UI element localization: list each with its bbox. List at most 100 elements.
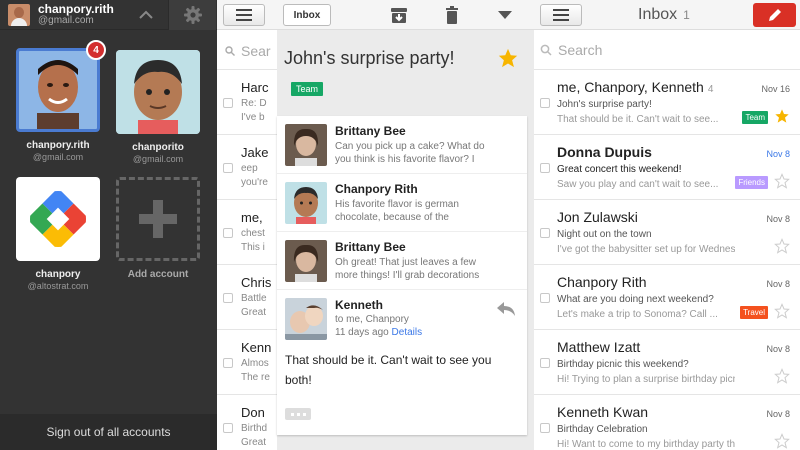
preview: Great bbox=[241, 307, 267, 318]
unread-count-badge: 4 bbox=[86, 40, 106, 60]
back-to-inbox-button[interactable]: Inbox bbox=[283, 4, 331, 26]
inbox-unread-count: 1 bbox=[683, 8, 690, 22]
label-chip[interactable]: Friends bbox=[735, 176, 768, 189]
settings-button[interactable] bbox=[168, 0, 216, 30]
subject: eep bbox=[241, 163, 258, 174]
subject: Re: D bbox=[241, 98, 267, 109]
sender: Jake bbox=[241, 145, 269, 160]
message-sender: Brittany Bee bbox=[335, 124, 406, 138]
message-date: Nov 8 bbox=[766, 279, 790, 289]
account-tile-3[interactable]: chanpory @altostrat.com bbox=[16, 177, 100, 291]
chevron-up-icon[interactable] bbox=[137, 6, 155, 24]
altostrat-logo bbox=[16, 177, 100, 261]
star-icon[interactable] bbox=[774, 238, 790, 254]
message-preview: I've got the babysitter set up for Wedne… bbox=[557, 244, 735, 255]
preview: Great bbox=[241, 437, 267, 448]
message-subject: Birthday picnic this weekend? bbox=[557, 359, 689, 370]
current-account-info: chanpory.rith @gmail.com bbox=[38, 3, 114, 27]
message-preview: Saw you play and can't wait to see... bbox=[557, 179, 719, 190]
star-icon[interactable] bbox=[497, 47, 519, 69]
search-label: Sear bbox=[241, 43, 271, 59]
show-quoted-text-button[interactable] bbox=[285, 408, 311, 420]
inbox-list-peek: Sear Harc Re: D I've b Jake eep you're me, ch… bbox=[217, 30, 277, 450]
message-sender: Chanpory Rith bbox=[557, 274, 647, 290]
collapsed-message[interactable]: Brittany Bee Can you pick up a cake? Wha… bbox=[277, 116, 527, 174]
message-sender-line: Chanpory Rith bbox=[557, 274, 800, 290]
label-chip[interactable]: Travel bbox=[740, 306, 768, 319]
star-icon[interactable] bbox=[774, 433, 790, 449]
search-field[interactable]: Sear bbox=[217, 30, 277, 70]
label-chip[interactable]: Team bbox=[291, 82, 324, 96]
collapsed-message[interactable]: Chanpory Rith His favorite flavor is ger… bbox=[277, 174, 527, 232]
sender: me, bbox=[241, 210, 263, 225]
details-link[interactable]: Details bbox=[392, 327, 423, 338]
compose-button[interactable] bbox=[753, 3, 796, 27]
label-chip[interactable]: Team bbox=[742, 111, 768, 124]
message-row[interactable]: Kenneth Kwan Nov 8 Birthday Celebration Hi!… bbox=[534, 395, 800, 450]
account-name: chanporito bbox=[132, 142, 184, 153]
thread-count: 4 bbox=[707, 84, 714, 95]
message-preview: Hi! Want to come to my birthday party th… bbox=[557, 439, 735, 450]
subject: chest bbox=[241, 228, 265, 239]
message-row[interactable]: me, Chanpory, Kenneth 4 Nov 16 John's surpr… bbox=[534, 70, 800, 135]
message-sender: Matthew Izatt bbox=[557, 339, 641, 355]
checkbox[interactable] bbox=[223, 163, 233, 173]
checkbox[interactable] bbox=[540, 293, 550, 303]
message-snippet: His favorite flavor is german chocolate,… bbox=[335, 199, 459, 223]
checkbox[interactable] bbox=[223, 228, 233, 238]
message-sender: Jon Zulawski bbox=[557, 209, 638, 225]
reply-icon[interactable] bbox=[495, 300, 517, 318]
trash-icon[interactable] bbox=[442, 5, 462, 25]
list-item[interactable]: Don Birthd Great bbox=[217, 395, 277, 450]
message-subject: Birthday Celebration bbox=[557, 424, 648, 435]
list-item[interactable]: Jake eep you're bbox=[217, 135, 277, 200]
menu-button[interactable] bbox=[540, 4, 582, 26]
archive-icon[interactable] bbox=[389, 5, 409, 25]
list-item[interactable]: Chris Battle Great bbox=[217, 265, 277, 330]
message-date: Nov 8 bbox=[766, 149, 790, 159]
star-icon[interactable] bbox=[774, 303, 790, 319]
message-sender: Donna Dupuis bbox=[557, 144, 652, 160]
list-item[interactable]: Harc Re: D I've b bbox=[217, 70, 277, 135]
message-sender: me, Chanpory, Kenneth bbox=[557, 79, 704, 95]
checkbox[interactable] bbox=[540, 163, 550, 173]
message-row[interactable]: Jon Zulawski Nov 8 Night out on the town I'… bbox=[534, 200, 800, 265]
collapsed-message[interactable]: Brittany Bee Oh great! That just leaves … bbox=[277, 232, 527, 290]
preview: The re bbox=[241, 372, 270, 383]
menu-button[interactable] bbox=[223, 4, 265, 26]
list-item[interactable]: Kenn Almos The re bbox=[217, 330, 277, 395]
checkbox[interactable] bbox=[223, 293, 233, 303]
message-snippet: Can you pick up a cake? What do you thin… bbox=[335, 141, 485, 165]
message-date: Nov 16 bbox=[761, 84, 790, 94]
inbox-title-text: Inbox bbox=[638, 6, 678, 23]
subject: Birthd bbox=[241, 423, 268, 434]
sender: Harc bbox=[241, 80, 269, 95]
subject: Battle bbox=[241, 293, 267, 304]
star-icon[interactable] bbox=[774, 173, 790, 189]
search-input[interactable]: Search bbox=[534, 30, 800, 70]
thread-subject: John's surprise party! bbox=[284, 48, 455, 68]
message-row[interactable]: Matthew Izatt Nov 8 Birthday picnic this w… bbox=[534, 330, 800, 395]
add-account-button[interactable]: Add account bbox=[116, 177, 200, 280]
star-icon[interactable] bbox=[774, 368, 790, 384]
star-icon[interactable] bbox=[774, 108, 790, 124]
message-row[interactable]: Donna Dupuis Nov 8 Great concert this week… bbox=[534, 135, 800, 200]
dropdown-arrow-icon[interactable] bbox=[495, 5, 515, 25]
checkbox[interactable] bbox=[540, 358, 550, 368]
account-tile-2[interactable]: chanporito @gmail.com bbox=[116, 50, 200, 164]
list-item[interactable]: me, chest This i bbox=[217, 200, 277, 265]
sign-out-button[interactable]: Sign out of all accounts bbox=[0, 414, 217, 450]
checkbox[interactable] bbox=[223, 423, 233, 433]
inbox-toolbar: Inbox 1 bbox=[534, 0, 800, 30]
account-name: chanpory.rith bbox=[26, 140, 90, 151]
checkbox[interactable] bbox=[540, 228, 550, 238]
message-row[interactable]: Chanpory Rith Nov 8 What are you doing nex… bbox=[534, 265, 800, 330]
message-time-row: 11 days ago Details bbox=[335, 327, 527, 338]
message-list: me, Chanpory, Kenneth 4 Nov 16 John's surpr… bbox=[534, 70, 800, 450]
account-tile-1[interactable]: chanpory.rith @gmail.com bbox=[16, 48, 100, 162]
checkbox[interactable] bbox=[223, 358, 233, 368]
checkbox[interactable] bbox=[540, 423, 550, 433]
checkbox[interactable] bbox=[223, 98, 233, 108]
checkbox[interactable] bbox=[540, 98, 550, 108]
inbox-title: Inbox 1 bbox=[638, 6, 690, 24]
